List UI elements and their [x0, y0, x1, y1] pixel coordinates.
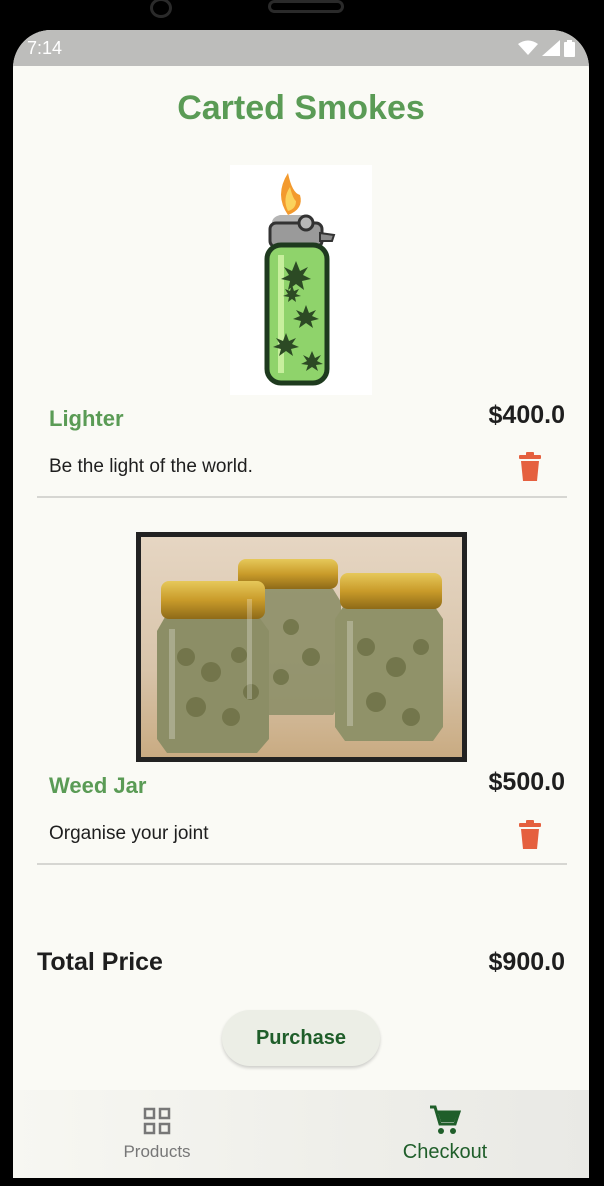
item-price: $500.0 [488, 768, 565, 796]
item-price: $400.0 [488, 401, 565, 429]
page-title: Carted Smokes [177, 89, 425, 127]
status-bar: 7:14 [13, 30, 589, 66]
wifi-icon [518, 40, 538, 55]
weed-jar-photo [141, 537, 462, 757]
total-price-value: $900.0 [488, 948, 565, 976]
delete-weed-jar-button[interactable] [517, 820, 543, 850]
grid-icon [143, 1107, 171, 1135]
battery-icon [564, 39, 575, 57]
lighter-illustration [264, 173, 336, 386]
item-divider [37, 496, 567, 498]
lighter-image [230, 165, 372, 395]
total-price-label: Total Price [37, 948, 163, 976]
item-description: Be the light of the world. [49, 456, 253, 477]
purchase-button[interactable]: Purchase [222, 1010, 380, 1066]
status-icons [518, 39, 575, 57]
nav-item-checkout[interactable]: Checkout [301, 1090, 589, 1178]
status-time: 7:14 [27, 37, 63, 58]
item-name: Lighter [49, 406, 124, 431]
signal-icon [542, 40, 560, 56]
weed-jar-image [136, 532, 467, 762]
speaker-grille [268, 0, 344, 13]
item-name: Weed Jar [49, 773, 147, 798]
phone-screen: 7:14 Carted Smokes Lighter $400.0 Be the… [13, 30, 589, 1178]
item-description: Organise your joint [49, 823, 209, 844]
nav-label-products: Products [123, 1142, 191, 1161]
nav-label-checkout: Checkout [402, 1140, 488, 1163]
front-camera [150, 0, 172, 18]
cart-icon [430, 1105, 461, 1134]
nav-item-products[interactable]: Products [13, 1090, 301, 1178]
delete-lighter-button[interactable] [517, 452, 543, 482]
bottom-navigation: Products Checkout [13, 1090, 589, 1178]
item-divider [37, 863, 567, 865]
